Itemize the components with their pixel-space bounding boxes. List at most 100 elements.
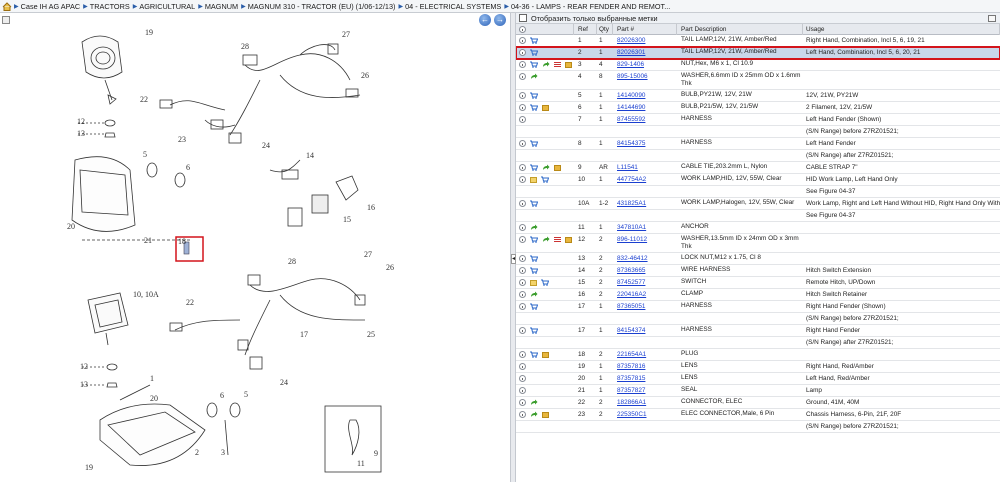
cart-icon[interactable] [530,164,539,171]
callout-label[interactable]: 22 [140,95,148,104]
info-icon[interactable] [519,200,526,207]
callout-label[interactable]: 6 [220,391,224,400]
part-number-link[interactable]: 14144690 [613,102,677,113]
next-diagram-button[interactable]: → [494,14,506,26]
cart-icon[interactable] [530,37,539,44]
share-arrow-icon[interactable] [542,164,550,171]
list-icon[interactable] [554,62,561,68]
table-row[interactable]: 14 2 87363665 WIRE HARNESS Hitch Switch Exte… [516,265,1000,277]
info-icon[interactable] [519,375,526,382]
info-icon[interactable] [519,224,526,231]
callout-label[interactable]: 27 [364,250,372,259]
table-row[interactable]: (S/N Range) before Z7RZ01521; [516,126,1000,138]
callout-label[interactable]: 12 [80,362,88,371]
table-row[interactable]: 18 2 221654A1 PLUG [516,349,1000,361]
cart-icon[interactable] [530,267,539,274]
cart-icon[interactable] [530,140,539,147]
cart-icon[interactable] [530,92,539,99]
table-row[interactable]: 20 1 87357815 LENS Left Hand, Red/Amber [516,373,1000,385]
callout-label[interactable]: 15 [343,215,351,224]
info-icon[interactable] [519,49,526,56]
note-icon[interactable] [530,176,537,183]
breadcrumb-item[interactable]: ▶ 04 - ELECTRICAL SYSTEMS [398,2,501,11]
callout-label[interactable]: 25 [367,330,375,339]
table-row[interactable]: 10A 1-2 431825A1 WORK LAMP,Halogen, 12V, 55… [516,198,1000,210]
show-selected-checkbox[interactable] [519,14,527,22]
part-number-link[interactable] [613,186,677,197]
callout-label[interactable]: 28 [241,42,249,51]
part-number-link[interactable]: 895-15006 [613,71,677,82]
callout-label[interactable]: 2 [195,448,199,457]
share-arrow-icon[interactable] [530,291,538,298]
table-row[interactable]: 2 1 82026301 TAIL LAMP,12V, 21W, Amber/Red L… [516,46,1000,60]
expand-icon[interactable] [2,15,10,24]
col-ref[interactable]: Ref [574,23,597,35]
table-row[interactable]: 7 1 87455592 HARNESS Left Hand Fender (Shown… [516,114,1000,126]
share-arrow-icon[interactable] [542,236,550,243]
note-icon[interactable] [530,279,537,286]
callout-label[interactable]: 27 [342,30,350,39]
callout-label[interactable]: 21 [144,236,152,245]
table-row[interactable]: 1 1 82026300 TAIL LAMP,12V, 21W, Amber/Red R… [516,35,1000,47]
breadcrumb-item[interactable]: ▶ Case IH AG APAC [14,2,80,11]
table-row[interactable]: 23 2 225350C1 ELEC CONNECTOR,Male, 6 Pin Cha… [516,409,1000,421]
info-icon[interactable] [519,61,526,68]
table-row[interactable]: (S/N Range) after Z7RZ01521; [516,150,1000,162]
callout-label[interactable]: 1 [150,374,154,383]
package-icon[interactable] [565,61,572,68]
breadcrumb-item[interactable]: ▶ MAGNUM 310 - TRACTOR (EU) (1/06-12/13) [241,2,395,11]
part-number-link[interactable]: 182866A1 [613,397,677,408]
info-icon[interactable] [519,411,526,418]
part-number-link[interactable] [613,126,677,137]
table-row[interactable]: 15 2 87452577 SWITCH Remote Hitch, UP/Down [516,277,1000,289]
part-number-link[interactable] [613,210,677,221]
callout-label[interactable]: 19 [85,463,93,472]
callout-label[interactable]: 19 [145,28,153,37]
part-number-link[interactable]: 82026301 [613,47,677,58]
part-number-link[interactable] [613,337,677,348]
table-row[interactable]: 12 2 896-11012 WASHER,13.5mm ID x 24mm OD x… [516,234,1000,253]
cart-icon[interactable] [541,279,550,286]
table-row[interactable]: 4 8 895-15006 WASHER,6.6mm ID x 25mm OD x 1… [516,71,1000,90]
callout-label[interactable]: 6 [186,163,190,172]
part-number-link[interactable]: 221654A1 [613,349,677,360]
part-number-link[interactable]: 84154375 [613,138,677,149]
info-icon[interactable] [519,291,526,298]
table-row[interactable]: 13 2 832-46412 LOCK NUT,M12 x 1.75, Cl 8 [516,253,1000,265]
breadcrumb-item[interactable]: ▶ TRACTORS [83,2,130,11]
info-icon[interactable] [519,303,526,310]
cart-icon[interactable] [530,351,539,358]
part-number-link[interactable]: 87455592 [613,114,677,125]
list-icon[interactable] [554,237,561,243]
callout-label[interactable]: 12 [77,117,85,126]
callout-label[interactable]: 5 [244,390,248,399]
info-icon[interactable] [519,363,526,370]
cart-icon[interactable] [530,255,539,262]
cart-icon[interactable] [530,61,539,68]
col-desc[interactable]: Part Description [677,23,803,35]
info-icon[interactable] [519,327,526,334]
package-icon[interactable] [542,351,549,358]
home-icon[interactable] [2,1,12,11]
table-row[interactable]: 8 1 84154375 HARNESS Left Hand Fender [516,138,1000,150]
part-number-link[interactable]: 220416A2 [613,289,677,300]
callout-label[interactable]: 17 [300,330,308,339]
table-row[interactable]: 21 1 87357827 SEAL Lamp [516,385,1000,397]
part-number-link[interactable] [613,421,677,432]
callout-label[interactable]: 10, 10A [133,290,159,299]
part-number-link[interactable]: 87357816 [613,361,677,372]
callout-label[interactable]: 11 [357,459,365,468]
breadcrumb-item[interactable]: ▶ MAGNUM [198,2,238,11]
callout-label[interactable]: 22 [186,298,194,307]
part-number-link[interactable]: 87452577 [613,277,677,288]
part-number-link[interactable]: 84154374 [613,325,677,336]
cart-icon[interactable] [530,303,539,310]
info-icon[interactable] [519,279,526,286]
cart-icon[interactable] [530,49,539,56]
breadcrumb-item[interactable]: ▶ 04-36 - LAMPS - REAR FENDER AND REMOT..… [504,2,670,11]
info-icon[interactable] [519,267,526,274]
table-row[interactable]: 9 AR L11541 CABLE TIE,203.2mm L, Nylon CABLE… [516,162,1000,174]
callout-label[interactable]: 28 [288,257,296,266]
share-arrow-icon[interactable] [530,224,538,231]
info-icon[interactable] [519,351,526,358]
